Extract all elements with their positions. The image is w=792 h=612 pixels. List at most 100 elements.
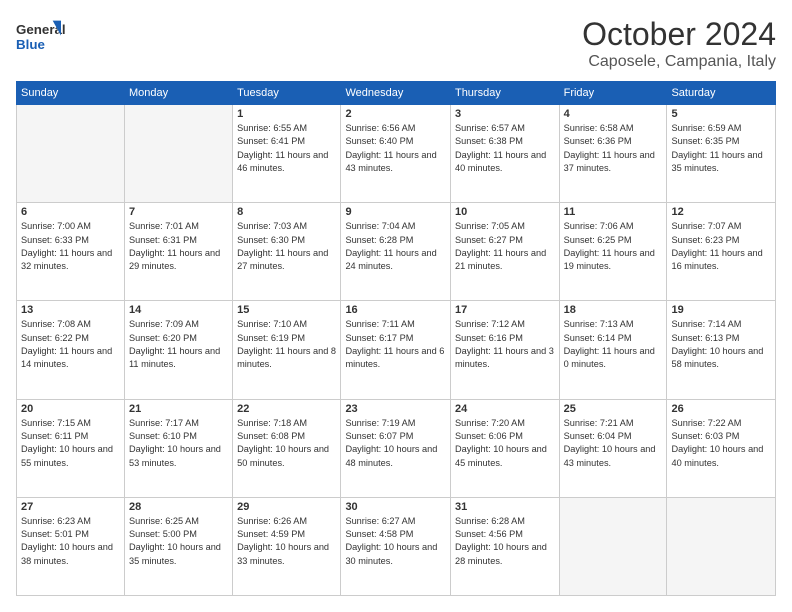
- day-info: Sunrise: 7:04 AMSunset: 6:28 PMDaylight:…: [345, 220, 446, 273]
- day-info: Sunrise: 7:13 AMSunset: 6:14 PMDaylight:…: [564, 318, 663, 371]
- calendar-cell: 25 Sunrise: 7:21 AMSunset: 6:04 PMDaylig…: [559, 399, 667, 497]
- day-number: 28: [129, 501, 228, 513]
- day-info: Sunrise: 7:11 AMSunset: 6:17 PMDaylight:…: [345, 318, 446, 371]
- calendar-cell: 1 Sunrise: 6:55 AMSunset: 6:41 PMDayligh…: [233, 105, 341, 203]
- calendar-cell: 8 Sunrise: 7:03 AMSunset: 6:30 PMDayligh…: [233, 203, 341, 301]
- day-number: 31: [455, 501, 555, 513]
- day-info: Sunrise: 7:10 AMSunset: 6:19 PMDaylight:…: [237, 318, 336, 371]
- day-number: 14: [129, 304, 228, 316]
- day-number: 18: [564, 304, 663, 316]
- calendar-cell: 31 Sunrise: 6:28 AMSunset: 4:56 PMDaylig…: [450, 497, 559, 595]
- day-info: Sunrise: 7:20 AMSunset: 6:06 PMDaylight:…: [455, 417, 555, 470]
- calendar-cell: 5 Sunrise: 6:59 AMSunset: 6:35 PMDayligh…: [667, 105, 776, 203]
- day-number: 30: [345, 501, 446, 513]
- calendar-cell: [559, 497, 667, 595]
- day-info: Sunrise: 6:58 AMSunset: 6:36 PMDaylight:…: [564, 122, 663, 175]
- svg-text:Blue: Blue: [16, 37, 45, 52]
- day-number: 8: [237, 206, 336, 218]
- day-info: Sunrise: 7:19 AMSunset: 6:07 PMDaylight:…: [345, 417, 446, 470]
- day-info: Sunrise: 7:01 AMSunset: 6:31 PMDaylight:…: [129, 220, 228, 273]
- calendar-cell: 15 Sunrise: 7:10 AMSunset: 6:19 PMDaylig…: [233, 301, 341, 399]
- day-number: 24: [455, 403, 555, 415]
- col-friday: Friday: [559, 82, 667, 105]
- day-info: Sunrise: 6:55 AMSunset: 6:41 PMDaylight:…: [237, 122, 336, 175]
- day-number: 17: [455, 304, 555, 316]
- calendar-cell: [17, 105, 125, 203]
- day-info: Sunrise: 6:27 AMSunset: 4:58 PMDaylight:…: [345, 515, 446, 568]
- day-number: 26: [671, 403, 771, 415]
- day-info: Sunrise: 7:12 AMSunset: 6:16 PMDaylight:…: [455, 318, 555, 371]
- calendar-week-row: 6 Sunrise: 7:00 AMSunset: 6:33 PMDayligh…: [17, 203, 776, 301]
- col-monday: Monday: [124, 82, 232, 105]
- day-info: Sunrise: 6:26 AMSunset: 4:59 PMDaylight:…: [237, 515, 336, 568]
- calendar-cell: 27 Sunrise: 6:23 AMSunset: 5:01 PMDaylig…: [17, 497, 125, 595]
- day-number: 23: [345, 403, 446, 415]
- day-info: Sunrise: 7:14 AMSunset: 6:13 PMDaylight:…: [671, 318, 771, 371]
- day-number: 11: [564, 206, 663, 218]
- day-number: 9: [345, 206, 446, 218]
- calendar-cell: 30 Sunrise: 6:27 AMSunset: 4:58 PMDaylig…: [341, 497, 451, 595]
- day-number: 1: [237, 108, 336, 120]
- day-number: 22: [237, 403, 336, 415]
- day-info: Sunrise: 7:06 AMSunset: 6:25 PMDaylight:…: [564, 220, 663, 273]
- calendar-week-row: 1 Sunrise: 6:55 AMSunset: 6:41 PMDayligh…: [17, 105, 776, 203]
- calendar-week-row: 20 Sunrise: 7:15 AMSunset: 6:11 PMDaylig…: [17, 399, 776, 497]
- day-info: Sunrise: 6:59 AMSunset: 6:35 PMDaylight:…: [671, 122, 771, 175]
- day-info: Sunrise: 7:18 AMSunset: 6:08 PMDaylight:…: [237, 417, 336, 470]
- day-info: Sunrise: 7:15 AMSunset: 6:11 PMDaylight:…: [21, 417, 120, 470]
- day-number: 20: [21, 403, 120, 415]
- day-number: 25: [564, 403, 663, 415]
- day-number: 6: [21, 206, 120, 218]
- calendar-cell: 17 Sunrise: 7:12 AMSunset: 6:16 PMDaylig…: [450, 301, 559, 399]
- day-info: Sunrise: 7:22 AMSunset: 6:03 PMDaylight:…: [671, 417, 771, 470]
- logo: General Blue: [16, 16, 66, 56]
- day-info: Sunrise: 7:05 AMSunset: 6:27 PMDaylight:…: [455, 220, 555, 273]
- day-number: 4: [564, 108, 663, 120]
- day-number: 27: [21, 501, 120, 513]
- day-number: 19: [671, 304, 771, 316]
- calendar-cell: [124, 105, 232, 203]
- calendar-cell: [667, 497, 776, 595]
- calendar-table: Sunday Monday Tuesday Wednesday Thursday…: [16, 81, 776, 596]
- calendar-cell: 9 Sunrise: 7:04 AMSunset: 6:28 PMDayligh…: [341, 203, 451, 301]
- calendar-cell: 23 Sunrise: 7:19 AMSunset: 6:07 PMDaylig…: [341, 399, 451, 497]
- header: General Blue October 2024 Caposele, Camp…: [16, 16, 776, 71]
- col-tuesday: Tuesday: [233, 82, 341, 105]
- month-title: October 2024: [582, 16, 776, 53]
- day-info: Sunrise: 6:28 AMSunset: 4:56 PMDaylight:…: [455, 515, 555, 568]
- day-number: 16: [345, 304, 446, 316]
- day-info: Sunrise: 7:09 AMSunset: 6:20 PMDaylight:…: [129, 318, 228, 371]
- col-saturday: Saturday: [667, 82, 776, 105]
- calendar-cell: 3 Sunrise: 6:57 AMSunset: 6:38 PMDayligh…: [450, 105, 559, 203]
- col-sunday: Sunday: [17, 82, 125, 105]
- day-number: 12: [671, 206, 771, 218]
- logo-icon: General Blue: [16, 16, 66, 56]
- calendar-cell: 6 Sunrise: 7:00 AMSunset: 6:33 PMDayligh…: [17, 203, 125, 301]
- calendar-cell: 20 Sunrise: 7:15 AMSunset: 6:11 PMDaylig…: [17, 399, 125, 497]
- calendar-cell: 16 Sunrise: 7:11 AMSunset: 6:17 PMDaylig…: [341, 301, 451, 399]
- col-thursday: Thursday: [450, 82, 559, 105]
- calendar-cell: 7 Sunrise: 7:01 AMSunset: 6:31 PMDayligh…: [124, 203, 232, 301]
- day-number: 2: [345, 108, 446, 120]
- day-info: Sunrise: 7:21 AMSunset: 6:04 PMDaylight:…: [564, 417, 663, 470]
- day-info: Sunrise: 7:07 AMSunset: 6:23 PMDaylight:…: [671, 220, 771, 273]
- day-number: 3: [455, 108, 555, 120]
- day-info: Sunrise: 6:56 AMSunset: 6:40 PMDaylight:…: [345, 122, 446, 175]
- day-number: 13: [21, 304, 120, 316]
- calendar-cell: 11 Sunrise: 7:06 AMSunset: 6:25 PMDaylig…: [559, 203, 667, 301]
- col-wednesday: Wednesday: [341, 82, 451, 105]
- calendar-cell: 14 Sunrise: 7:09 AMSunset: 6:20 PMDaylig…: [124, 301, 232, 399]
- calendar-cell: 26 Sunrise: 7:22 AMSunset: 6:03 PMDaylig…: [667, 399, 776, 497]
- calendar-cell: 13 Sunrise: 7:08 AMSunset: 6:22 PMDaylig…: [17, 301, 125, 399]
- day-info: Sunrise: 6:25 AMSunset: 5:00 PMDaylight:…: [129, 515, 228, 568]
- calendar-cell: 18 Sunrise: 7:13 AMSunset: 6:14 PMDaylig…: [559, 301, 667, 399]
- day-info: Sunrise: 7:08 AMSunset: 6:22 PMDaylight:…: [21, 318, 120, 371]
- calendar-cell: 12 Sunrise: 7:07 AMSunset: 6:23 PMDaylig…: [667, 203, 776, 301]
- location-title: Caposele, Campania, Italy: [582, 53, 776, 71]
- calendar-cell: 28 Sunrise: 6:25 AMSunset: 5:00 PMDaylig…: [124, 497, 232, 595]
- calendar-cell: 22 Sunrise: 7:18 AMSunset: 6:08 PMDaylig…: [233, 399, 341, 497]
- day-number: 15: [237, 304, 336, 316]
- calendar-cell: 29 Sunrise: 6:26 AMSunset: 4:59 PMDaylig…: [233, 497, 341, 595]
- calendar-cell: 2 Sunrise: 6:56 AMSunset: 6:40 PMDayligh…: [341, 105, 451, 203]
- day-number: 21: [129, 403, 228, 415]
